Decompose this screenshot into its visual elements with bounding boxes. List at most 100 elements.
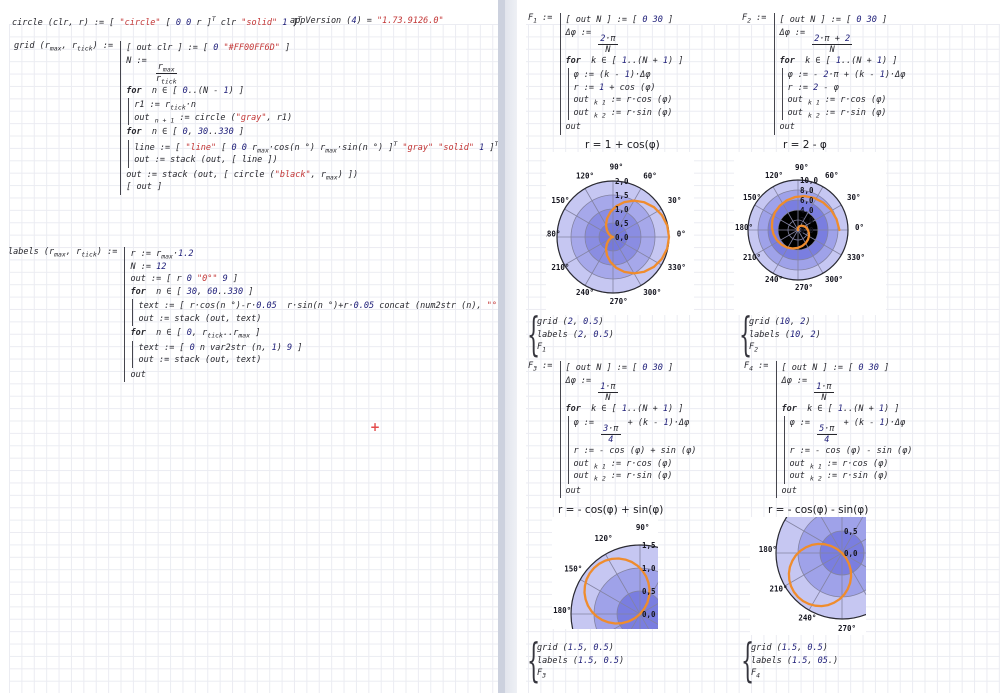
polar-plot-circle-plus[interactable]: 0,00,51,01,50°30°60°90°120°150°180°210°2… xyxy=(552,517,658,632)
code-line: r := 2 - φ xyxy=(788,82,906,95)
math-region-app-version[interactable]: appVersion (4) = "1.73.9126.0" xyxy=(290,16,444,26)
code-line: [ out N ] := [ 0 30 ] xyxy=(566,14,684,27)
code-subblock: text := [ 0 n var2str (n, 1) 9 ]out := s… xyxy=(132,341,527,368)
code-line: grid (1.5, 0.5) xyxy=(751,642,838,655)
code-line: out k 1 := r·cos (φ) xyxy=(790,458,913,471)
worksheet-page-right[interactable]: F1 := [ out N ] := [ 0 30 ]Δφ := 2·πNfor… xyxy=(517,0,1000,693)
svg-text:180°: 180° xyxy=(546,230,560,239)
code-line: [ out N ] := [ 0 30 ] xyxy=(566,362,697,375)
code-subblock: φ := 3·π4 + (k - 1)·Δφr := - cos (φ) + s… xyxy=(568,416,697,484)
plot-call-block-4[interactable]: grid (1.5, 0.5)labels (1.5, 05.)F4 xyxy=(744,642,838,680)
code-line: N := 12 xyxy=(130,261,527,274)
definition-body: [ out N ] := [ 0 30 ]Δφ := 1·πNfor k ∈ [… xyxy=(776,361,913,498)
code-line: r := - cos (φ) + sin (φ) xyxy=(574,445,697,458)
page-separator xyxy=(498,0,517,693)
math-region-f1-definition[interactable]: F1 := [ out N ] := [ 0 30 ]Δφ := 2·πNfor… xyxy=(528,12,683,136)
code-line: for k ∈ [ 1..(N + 1) ] xyxy=(782,403,913,416)
svg-text:8,0: 8,0 xyxy=(800,186,814,195)
code-line: Δφ := 1·πN xyxy=(782,375,913,403)
svg-text:300°: 300° xyxy=(643,288,661,297)
code-line: for n ∈ [ 0, rtick..rmax ] xyxy=(130,327,527,340)
svg-text:2,0: 2,0 xyxy=(800,216,814,225)
code-line: labels (1.5, 05.) xyxy=(751,655,838,668)
svg-text:10,0: 10,0 xyxy=(800,176,819,185)
code-line: F1 xyxy=(537,341,614,354)
code-line: out := stack (out, [ circle ("black", rm… xyxy=(126,169,498,182)
code-line: grid (1.5, 0.5) xyxy=(537,642,624,655)
code-subblock: φ := 5·π4 + (k - 1)·Δφr := - cos (φ) - s… xyxy=(784,416,913,484)
code-subblock: φ := - 2·π + (k - 1)·Δφr := 2 - φout k 1… xyxy=(782,68,906,120)
svg-text:270°: 270° xyxy=(610,297,628,306)
plot-title-circle-plus: r = - cos(φ) + sin(φ) xyxy=(558,504,663,516)
plot-call-block-3[interactable]: grid (1.5, 0.5)labels (1.5, 0.5)F3 xyxy=(530,642,624,680)
svg-text:300°: 300° xyxy=(825,275,843,284)
plot-call-block-2[interactable]: grid (10, 2)labels (10, 2)F2 xyxy=(742,316,821,354)
smath-worksheet: circle (clr, r) := [ "circle" [ 0 0 r ]T… xyxy=(0,0,1000,693)
code-line: F4 xyxy=(751,667,838,680)
code-line: Δφ := 1·πN xyxy=(566,375,697,403)
definition-head: F3 := xyxy=(528,360,558,372)
code-line: text := [ 0 n var2str (n, 1) 9 ] xyxy=(138,342,527,355)
svg-text:6,0: 6,0 xyxy=(800,196,814,205)
code-line: labels (10, 2) xyxy=(749,329,821,342)
worksheet-page-left[interactable]: circle (clr, r) := [ "circle" [ 0 0 r ]T… xyxy=(0,0,499,693)
svg-text:0,0: 0,0 xyxy=(615,233,629,242)
polar-plot-spiral[interactable]: 0,02,04,06,08,010,00°30°60°90°120°150°18… xyxy=(734,152,886,318)
svg-text:180°: 180° xyxy=(759,545,777,554)
polar-plot-svg: 0,00,51,01,52,00°30°60°90°120°150°180°21… xyxy=(546,152,694,315)
code-subblock: text := [ r·cos(n °)-r·0.05 r·sin(n °)+r… xyxy=(132,299,527,326)
polar-plot-svg: 0,00,51,01,50°30°60°90°120°150°180°210°2… xyxy=(750,517,866,635)
svg-text:1,5: 1,5 xyxy=(615,191,629,200)
definition-head: F4 := xyxy=(744,360,774,372)
code-line: [ out ] xyxy=(126,181,498,194)
svg-text:120°: 120° xyxy=(765,171,783,180)
svg-text:90°: 90° xyxy=(636,523,650,532)
svg-text:0,0: 0,0 xyxy=(800,226,814,235)
math-region-grid-definition[interactable]: grid (rmax, rtick) := [ out clr ] := [ 0… xyxy=(14,40,498,196)
svg-text:240°: 240° xyxy=(576,288,594,297)
svg-text:90°: 90° xyxy=(795,163,809,172)
code-line: out k 1 := r·cos (φ) xyxy=(574,458,697,471)
polar-plot-circle-minus[interactable]: 0,00,51,01,50°30°60°90°120°150°180°210°2… xyxy=(750,517,866,638)
svg-text:90°: 90° xyxy=(610,162,624,171)
definition-head: grid (rmax, rtick) := xyxy=(14,40,118,52)
code-line: out xyxy=(566,485,697,498)
code-line: out k 2 := r·sin (φ) xyxy=(574,107,684,120)
svg-text:150°: 150° xyxy=(564,565,582,574)
svg-text:0°: 0° xyxy=(677,230,686,239)
math-region-f2-definition[interactable]: F2 := [ out N ] := [ 0 30 ]Δφ := 2·π + 2… xyxy=(742,12,905,136)
svg-text:120°: 120° xyxy=(595,534,613,543)
definition-body: r := rmax·1.2N := 12out := [ r 0 "0°" 9 … xyxy=(124,247,527,382)
svg-text:0,0: 0,0 xyxy=(844,549,858,558)
code-line: out k 1 := r·cos (φ) xyxy=(788,94,906,107)
svg-text:1,5: 1,5 xyxy=(642,541,656,550)
definition-head: F2 := xyxy=(742,12,772,24)
math-region-circle-definition[interactable]: circle (clr, r) := [ "circle" [ 0 0 r ]T… xyxy=(12,16,302,28)
svg-text:60°: 60° xyxy=(825,171,839,180)
code-line: out xyxy=(130,369,527,382)
plot-title-cardioid: r = 1 + cos(φ) xyxy=(585,139,660,151)
code-line: grid (10, 2) xyxy=(749,316,821,329)
svg-text:150°: 150° xyxy=(551,196,569,205)
svg-text:0°: 0° xyxy=(855,223,864,232)
svg-text:60°: 60° xyxy=(643,171,657,180)
math-region-labels-definition[interactable]: labels (rmax, rtick) := r := rmax·1.2N :… xyxy=(8,246,528,383)
definition-body: [ out N ] := [ 0 30 ]Δφ := 2·πNfor k ∈ [… xyxy=(560,13,684,135)
svg-text:330°: 330° xyxy=(668,263,686,272)
code-line: F2 xyxy=(749,341,821,354)
math-region-f4-definition[interactable]: F4 := [ out N ] := [ 0 30 ]Δφ := 1·πNfor… xyxy=(744,360,912,499)
plot-call-block-1[interactable]: grid (2, 0.5)labels (2, 0.5)F1 xyxy=(530,316,614,354)
code-line: for k ∈ [ 1..(N + 1) ] xyxy=(566,55,684,68)
svg-text:270°: 270° xyxy=(795,283,813,292)
svg-text:4,0: 4,0 xyxy=(800,206,814,215)
math-region-f3-definition[interactable]: F3 := [ out N ] := [ 0 30 ]Δφ := 1·πNfor… xyxy=(528,360,696,499)
svg-text:180°: 180° xyxy=(735,223,753,232)
code-line: for n ∈ [ 0, 30..330 ] xyxy=(126,126,498,139)
code-line: φ := 5·π4 + (k - 1)·Δφ xyxy=(790,417,913,445)
code-line: Δφ := 2·π + 2N xyxy=(780,27,906,55)
code-line: text := [ r·cos(n °)-r·0.05 r·sin(n °)+r… xyxy=(138,300,527,313)
code-line: line := [ "line" [ 0 0 rmax·cos(n °) rma… xyxy=(134,141,498,155)
svg-text:2,0: 2,0 xyxy=(615,177,629,186)
svg-text:150°: 150° xyxy=(743,193,761,202)
polar-plot-cardioid[interactable]: 0,00,51,01,52,00°30°60°90°120°150°180°21… xyxy=(546,152,694,318)
